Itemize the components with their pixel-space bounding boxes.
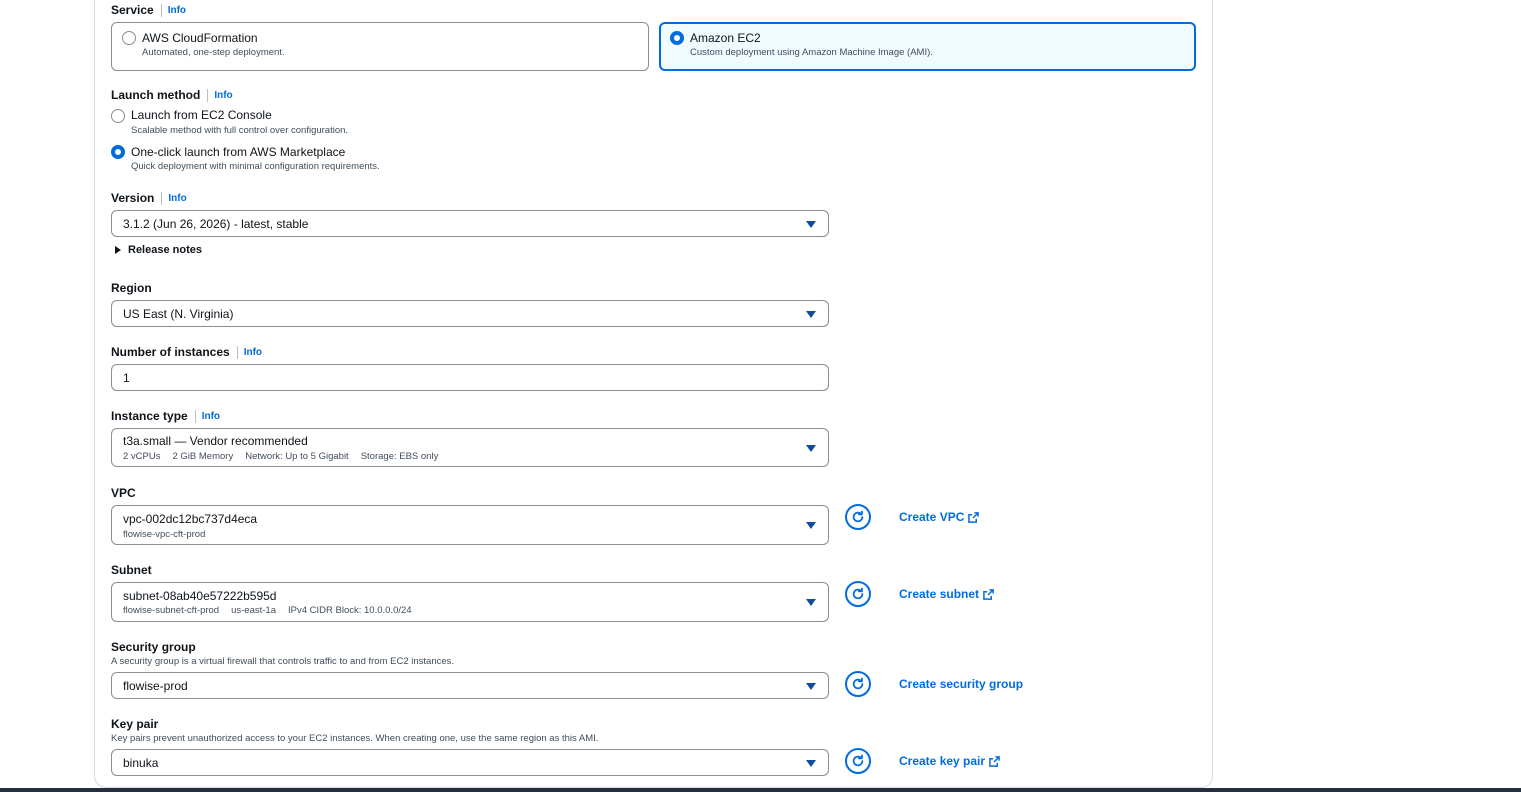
version-value: 3.1.2 (Jun 26, 2026) - latest, stable xyxy=(123,217,309,231)
version-label-text: Version xyxy=(111,191,155,205)
caret-down-icon xyxy=(806,599,816,606)
detail-memory: 2 GiB Memory xyxy=(172,451,234,462)
vpc-refresh-button[interactable] xyxy=(845,504,871,530)
vpc-sub: flowise-vpc-cft-prod xyxy=(123,529,206,540)
service-option-ec2[interactable]: Amazon EC2 Custom deployment using Amazo… xyxy=(659,22,1196,71)
service-label-text: Service xyxy=(111,3,154,17)
subnet-select[interactable]: subnet-08ab40e57222b595d flowise-subnet-… xyxy=(111,582,829,622)
radio-one-click-launch[interactable] xyxy=(111,145,125,159)
radio-launch-ec2-console[interactable] xyxy=(111,109,125,123)
detail-network: Network: Up to 5 Gigabit xyxy=(245,451,349,462)
radio-ec2[interactable] xyxy=(670,31,684,45)
vpc-label-text: VPC xyxy=(111,486,136,500)
launch-method-label-text: Launch method xyxy=(111,88,201,102)
refresh-icon xyxy=(852,587,864,600)
create-subnet-link[interactable]: Create subnet xyxy=(899,587,994,601)
launch-option-ec2-console[interactable]: Launch from EC2 Console xyxy=(131,108,272,122)
create-key-pair-link[interactable]: Create key pair xyxy=(899,754,1000,768)
key-pair-value: binuka xyxy=(123,756,159,770)
version-select[interactable]: 3.1.2 (Jun 26, 2026) - latest, stable xyxy=(111,210,829,237)
caret-down-icon xyxy=(806,445,816,452)
launch-option-desc: Quick deployment with minimal configurat… xyxy=(131,161,380,172)
detail-vcpus: 2 vCPUs xyxy=(123,451,161,462)
radio-cloudformation[interactable] xyxy=(122,31,136,45)
launch-method-label: Launch method Info xyxy=(111,88,233,102)
caret-down-icon xyxy=(806,760,816,767)
service-info-link[interactable]: Info xyxy=(168,5,186,16)
region-value: US East (N. Virginia) xyxy=(123,307,234,321)
option-title: AWS CloudFormation xyxy=(142,31,258,45)
refresh-icon xyxy=(852,754,864,767)
external-link-icon xyxy=(989,755,1000,767)
instances-label: Number of instances Info xyxy=(111,345,262,359)
detail-az: us-east-1a xyxy=(231,605,276,616)
key-pair-refresh-button[interactable] xyxy=(845,748,871,774)
vpc-select[interactable]: vpc-002dc12bc737d4eca flowise-vpc-cft-pr… xyxy=(111,505,829,545)
key-pair-label-text: Key pair xyxy=(111,717,159,731)
detail-storage: Storage: EBS only xyxy=(360,451,439,462)
caret-down-icon xyxy=(806,221,816,228)
create-security-group-label: Create security group xyxy=(899,677,1024,691)
version-label: Version Info xyxy=(111,191,187,205)
security-group-select[interactable]: flowise-prod xyxy=(111,672,829,699)
create-subnet-label: Create subnet xyxy=(899,587,980,601)
launch-method-info-link[interactable]: Info xyxy=(214,90,232,101)
instance-type-select[interactable]: t3a.small — Vendor recommended 2 vCPUs 2 … xyxy=(111,428,829,467)
instances-value: 1 xyxy=(123,371,130,385)
security-group-value: flowise-prod xyxy=(123,679,188,693)
caret-right-icon xyxy=(115,246,121,254)
external-link-icon xyxy=(968,511,980,523)
security-group-refresh-button[interactable] xyxy=(845,671,871,697)
key-pair-select[interactable]: binuka xyxy=(111,749,829,776)
detail-cidr: IPv4 CIDR Block: 10.0.0.0/24 xyxy=(288,605,412,616)
key-pair-desc: Key pairs prevent unauthorized access to… xyxy=(111,733,599,744)
create-vpc-label: Create VPC xyxy=(899,510,965,524)
refresh-icon xyxy=(852,677,864,690)
caret-down-icon xyxy=(806,311,816,318)
region-label-text: Region xyxy=(111,281,152,295)
create-security-group-link[interactable]: Create security group xyxy=(899,677,1023,691)
refresh-icon xyxy=(852,510,864,523)
subnet-details: flowise-subnet-cft-prod us-east-1a IPv4 CI… xyxy=(123,605,424,616)
detail-subnet-name: flowise-subnet-cft-prod xyxy=(123,605,220,616)
create-key-pair-label: Create key pair xyxy=(899,754,986,768)
instance-type-details: 2 vCPUs 2 GiB Memory Network: Up to 5 Giga… xyxy=(123,451,450,462)
security-group-label: Security group xyxy=(111,640,196,654)
option-desc: Automated, one-step deployment. xyxy=(142,47,285,58)
subnet-value: subnet-08ab40e57222b595d xyxy=(123,589,277,603)
region-select[interactable]: US East (N. Virginia) xyxy=(111,300,829,327)
instances-info-link[interactable]: Info xyxy=(244,347,262,358)
launch-option-desc: Scalable method with full control over c… xyxy=(131,125,349,136)
caret-down-icon xyxy=(806,683,816,690)
vpc-label: VPC xyxy=(111,486,136,500)
page: Service Info AWS CloudFormation Automated… xyxy=(0,0,1521,792)
create-vpc-link[interactable]: Create VPC xyxy=(899,510,980,524)
subnet-label-text: Subnet xyxy=(111,563,152,577)
version-info-link[interactable]: Info xyxy=(168,193,186,204)
region-label: Region xyxy=(111,281,152,295)
subnet-label: Subnet xyxy=(111,563,152,577)
external-link-icon xyxy=(983,588,994,600)
vpc-value: vpc-002dc12bc737d4eca xyxy=(123,512,258,526)
release-notes-label: Release notes xyxy=(128,244,202,256)
instance-type-value: t3a.small — Vendor recommended xyxy=(123,434,308,448)
security-group-label-text: Security group xyxy=(111,640,196,654)
security-group-desc: A security group is a virtual firewall t… xyxy=(111,656,455,667)
instance-type-info-link[interactable]: Info xyxy=(202,411,220,422)
instances-label-text: Number of instances xyxy=(111,345,230,359)
bottom-bar xyxy=(0,788,1521,792)
option-title: Amazon EC2 xyxy=(690,31,761,45)
instances-input[interactable]: 1 xyxy=(111,364,829,391)
option-desc: Custom deployment using Amazon Machine I… xyxy=(690,47,933,58)
key-pair-label: Key pair xyxy=(111,717,158,731)
service-option-cloudformation[interactable]: AWS CloudFormation Automated, one-step d… xyxy=(111,22,649,71)
release-notes-expander[interactable]: Release notes xyxy=(115,244,202,256)
instance-type-label: Instance type Info xyxy=(111,409,220,423)
service-label: Service Info xyxy=(111,3,186,17)
instance-type-label-text: Instance type xyxy=(111,409,188,423)
caret-down-icon xyxy=(806,522,816,529)
launch-option-one-click[interactable]: One-click launch from AWS Marketplace xyxy=(131,145,345,159)
subnet-refresh-button[interactable] xyxy=(845,581,871,607)
